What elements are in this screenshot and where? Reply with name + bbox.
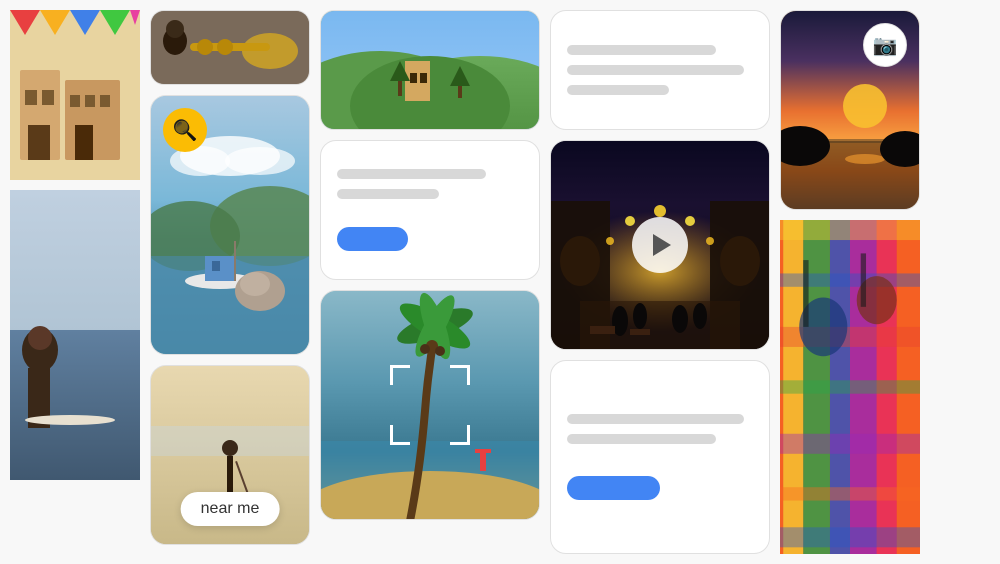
- paddle-beach-card: near me: [150, 365, 310, 545]
- text-line-2: [337, 189, 439, 199]
- text-line-top-3: [567, 85, 669, 95]
- column-5: 📷: [780, 10, 920, 554]
- colorful-fabric-card: [780, 220, 920, 554]
- near-me-pill[interactable]: near me: [181, 492, 280, 526]
- colorful-fabric-image: [780, 220, 920, 554]
- scan-corners: [390, 365, 470, 445]
- sunset-beach-card: 📷: [780, 10, 920, 210]
- column-3: [320, 10, 540, 554]
- scan-corner-bl: [390, 425, 410, 445]
- scan-corner-tl: [390, 365, 410, 385]
- text-line-1: [337, 169, 486, 179]
- text-line-bottom-1: [567, 414, 744, 424]
- scan-corner-br: [450, 425, 470, 445]
- text-card-top: [550, 10, 770, 130]
- text-line-top-1: [567, 45, 716, 55]
- text-line-bottom-2: [567, 434, 716, 444]
- cta-button-1[interactable]: [337, 227, 408, 251]
- palm-beach-card[interactable]: [320, 290, 540, 520]
- surfer-woman-image: [10, 190, 140, 480]
- green-hills-image: [321, 11, 539, 130]
- column-1: [10, 10, 140, 554]
- camera-icon: 📷: [873, 33, 898, 58]
- search-icon: 🔍: [173, 118, 198, 143]
- column-4: [550, 10, 770, 554]
- trumpet-card: [150, 10, 310, 85]
- text-line-top-2: [567, 65, 744, 75]
- column-2: 🔍: [150, 10, 310, 554]
- cta-button-2[interactable]: [567, 476, 660, 500]
- plaza-night-card[interactable]: [550, 140, 770, 350]
- colorful-building-card: [10, 10, 140, 180]
- near-me-label: near me: [201, 500, 260, 517]
- green-hills-card: [320, 10, 540, 130]
- text-card-bottom: [550, 360, 770, 554]
- boat-ocean-card[interactable]: 🔍: [150, 95, 310, 355]
- text-card-1: [320, 140, 540, 280]
- play-button[interactable]: [632, 217, 688, 273]
- colorful-building-image: [10, 10, 140, 180]
- surfer-woman-card: [10, 190, 140, 480]
- trumpet-image: [151, 11, 309, 85]
- camera-button[interactable]: 📷: [863, 23, 907, 67]
- play-icon: [653, 234, 671, 256]
- scan-corner-tr: [450, 365, 470, 385]
- search-icon-overlay[interactable]: 🔍: [163, 108, 207, 152]
